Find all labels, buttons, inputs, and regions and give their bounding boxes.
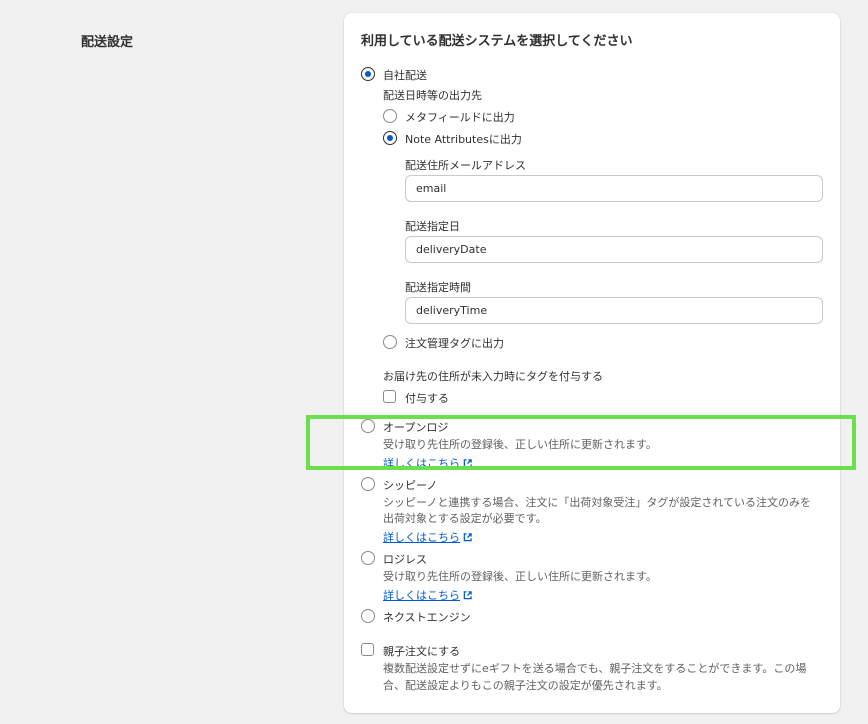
delivery-system-card: 利用している配送システムを選択してください 自社配送 配送日時等の出力先 メタフ… [344,13,840,713]
metafield-radio[interactable] [383,109,397,123]
output-destination-label: 配送日時等の出力先 [383,89,482,102]
note-attributes-radio[interactable] [383,131,397,145]
shippino-label: シッピーノ [383,479,438,492]
missing-address-tag-label: お届け先の住所が未入力時にタグを付与する [383,370,603,383]
shippino-description-line2: 出荷対象とする設定が必要です。 [383,512,547,525]
section-title: 配送設定 [81,35,134,50]
logiless-radio[interactable] [361,551,375,565]
add-tag-label: 付与する [405,392,449,405]
logiless-label: ロジレス [383,553,427,566]
email-field-label: 配送住所メールアドレス [405,159,526,172]
parent-order-description-line1: 複数配送設定せずにeギフトを送る場合でも、親子注文をすることができます。この場 [383,662,807,675]
delivery-date-field[interactable] [405,236,823,263]
metafield-label: メタフィールドに出力 [405,111,515,124]
external-link-icon [463,591,472,600]
email-field[interactable] [405,175,823,202]
logiless-link-text: 詳しくはこちら [383,589,460,602]
parent-order-checkbox[interactable] [361,643,374,656]
delivery-time-label: 配送指定時間 [405,281,471,294]
external-link-icon [463,533,472,542]
shippino-radio[interactable] [361,477,375,491]
delivery-date-label: 配送指定日 [405,220,460,233]
shippino-details-link[interactable]: 詳しくはこちら [383,529,472,545]
order-tag-label: 注文管理タグに出力 [405,337,504,350]
shippino-link-text: 詳しくはこちら [383,531,460,544]
add-tag-checkbox[interactable] [383,390,396,403]
delivery-time-field[interactable] [405,297,823,324]
own-delivery-radio[interactable] [361,67,375,81]
card-title: 利用している配送システムを選択してください [361,34,633,49]
next-engine-label: ネクストエンジン [383,611,471,624]
next-engine-radio[interactable] [361,609,375,623]
note-attributes-label: Note Attributesに出力 [405,133,522,146]
parent-order-description-line2: 合、配送設定よりもこの親子注文の設定が優先されます。 [383,679,668,692]
own-delivery-label: 自社配送 [383,69,427,82]
logiless-details-link[interactable]: 詳しくはこちら [383,587,472,603]
order-tag-radio[interactable] [383,335,397,349]
parent-order-label: 親子注文にする [383,645,461,658]
logiless-description: 受け取り先住所の登録後、正しい住所に更新されます。 [383,570,657,583]
highlight-box [306,415,856,470]
